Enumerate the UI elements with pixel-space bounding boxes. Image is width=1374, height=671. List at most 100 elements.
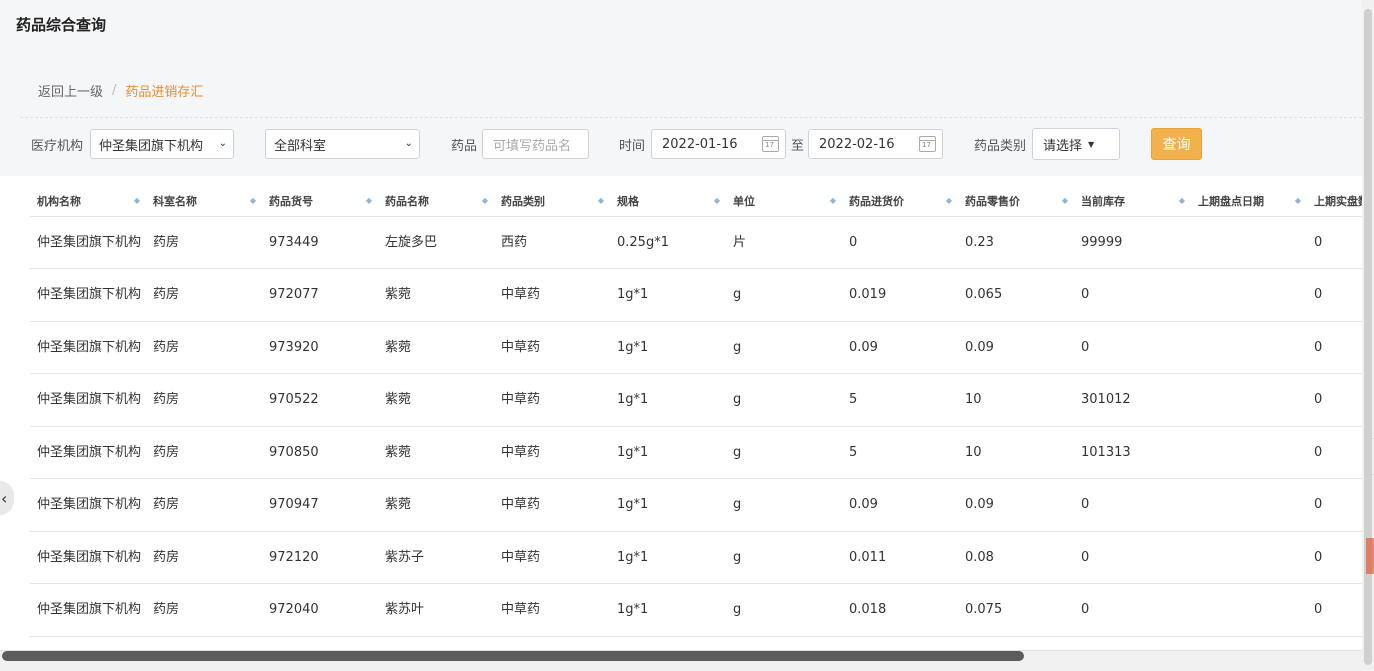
table-row[interactable]: 仲圣集团旗下机构 药房 972077 紫菀 中草药 1g*1 g 0.019 0.065 0 0 [30, 268, 1362, 322]
date-to-input[interactable]: 2022-02-16 17 [808, 129, 943, 159]
calendar-icon[interactable]: 17 [919, 136, 936, 152]
table-cell: 紫菀 [378, 478, 494, 532]
table-cell: 970522 [262, 373, 378, 427]
table-cell: 片 [726, 216, 842, 269]
table-cell: 0 [1074, 583, 1191, 637]
table-row[interactable]: 仲圣集团旗下机构 药房 972120 紫苏子 中草药 1g*1 g 0.011 0.08 0 0 [30, 531, 1362, 584]
table-cell: 0.065 [958, 268, 1074, 322]
category-label: 药品类别 [974, 139, 1027, 154]
sort-icon[interactable]: ◆ [1295, 196, 1301, 205]
time-label: 时间 [619, 139, 646, 154]
table-cell: 0.019 [842, 268, 958, 322]
column-header[interactable]: 科室名称 ◆ [146, 186, 262, 217]
table-cell [1191, 373, 1307, 427]
table-cell [262, 636, 378, 650]
column-header[interactable]: 药品进货价 ◆ [842, 186, 958, 217]
column-header[interactable]: 单位 ◆ [726, 186, 842, 217]
sort-icon[interactable]: ◆ [714, 196, 720, 205]
sort-icon[interactable]: ◆ [830, 196, 836, 205]
table-cell [378, 636, 494, 650]
table-cell [726, 636, 842, 650]
column-header-label: 药品进货价 [849, 194, 904, 208]
table-cell: 972077 [262, 268, 378, 322]
table-cell: 1g*1 [610, 478, 726, 532]
table-cell: 0.23 [958, 216, 1074, 269]
table-cell: 仲圣集团旗下机构 [30, 583, 146, 637]
date-from-input[interactable]: 2022-01-16 17 [651, 129, 786, 159]
org-label: 医疗机构 [31, 139, 84, 154]
column-header[interactable]: 药品类别 ◆ [494, 186, 610, 217]
horizontal-scrollbar-thumb[interactable] [2, 651, 1024, 661]
column-header-label: 单位 [733, 194, 755, 208]
calendar-icon[interactable]: 17 [762, 136, 779, 152]
table-cell: 0.09 [958, 478, 1074, 532]
table-cell: 药房 [146, 373, 262, 427]
sort-icon[interactable]: ◆ [1062, 196, 1068, 205]
column-header-label: 药品货号 [269, 194, 313, 208]
table-cell: 5 [842, 373, 958, 427]
column-header-label: 药品零售价 [965, 194, 1020, 208]
table-cell: 药房 [146, 216, 262, 269]
table-cell: 药房 [146, 426, 262, 479]
page-header: 药品综合查询 [0, 0, 1362, 60]
sort-icon[interactable]: ◆ [1179, 196, 1185, 205]
column-header[interactable]: 药品货号 ◆ [262, 186, 378, 217]
table-row[interactable]: 仲圣集团旗下机构 药房 972040 紫苏叶 中草药 1g*1 g 0.018 0.075 0 0 [30, 583, 1362, 637]
sort-icon[interactable]: ◆ [946, 196, 952, 205]
table-cell: 970850 [262, 426, 378, 479]
table-row[interactable]: 仲圣集团旗下机构 药房 970850 紫菀 中草药 1g*1 g 5 10 101313 0 [30, 426, 1362, 479]
table-cell: 中草药 [494, 583, 610, 637]
table-cell: 0 [1307, 426, 1362, 479]
chevron-down-icon: ⌄ [218, 138, 227, 149]
sort-icon[interactable]: ◆ [134, 196, 140, 205]
table-row[interactable]: 仲圣集团旗下机构 [30, 636, 1362, 650]
table-cell: 仲圣集团旗下机构 [30, 216, 146, 269]
table-row[interactable]: 仲圣集团旗下机构 药房 973449 左旋多巴 西药 0.25g*1 片 0 0.23 99999… [30, 216, 1362, 269]
date-from-value: 2022-01-16 [662, 136, 738, 152]
table-cell [1191, 426, 1307, 479]
column-header[interactable]: 药品零售价 ◆ [958, 186, 1074, 217]
table-cell: 中草药 [494, 531, 610, 584]
table-cell: 西药 [494, 216, 610, 269]
drug-name-input[interactable]: 可填写药品名 [482, 129, 589, 159]
table-cell: 1g*1 [610, 426, 726, 479]
table-cell: 0.09 [958, 321, 1074, 374]
column-header[interactable]: 当前库存 ◆ [1074, 186, 1191, 217]
table-cell: g [726, 583, 842, 637]
table-cell: 972120 [262, 531, 378, 584]
sort-icon[interactable]: ◆ [482, 196, 488, 205]
chevron-down-icon: ⌄ [404, 138, 413, 149]
column-header[interactable]: 药品名称 ◆ [378, 186, 494, 217]
column-header[interactable]: 上期盘点日期 ◆ [1191, 186, 1307, 217]
table-cell [1191, 583, 1307, 637]
table-cell: 0 [1307, 268, 1362, 322]
table-cell [610, 636, 726, 650]
table-cell: g [726, 373, 842, 427]
sort-icon[interactable]: ◆ [250, 196, 256, 205]
table-row[interactable]: 仲圣集团旗下机构 药房 973920 紫菀 中草药 1g*1 g 0.09 0.09 0 0 [30, 321, 1362, 374]
date-to-value: 2022-02-16 [819, 136, 895, 152]
dept-select[interactable]: 全部科室 ⌄ [265, 129, 420, 159]
sort-icon[interactable]: ◆ [598, 196, 604, 205]
column-header[interactable]: 上期实盘数 [1307, 186, 1362, 217]
sort-icon[interactable]: ◆ [366, 196, 372, 205]
table-cell [1191, 636, 1307, 650]
column-header[interactable]: 规格 ◆ [610, 186, 726, 217]
category-dropdown[interactable]: 请选择 ▼ [1032, 128, 1120, 160]
table-cell: 仲圣集团旗下机构 [30, 321, 146, 374]
table-row[interactable]: 仲圣集团旗下机构 药房 970522 紫菀 中草药 1g*1 g 5 10 301012 0 [30, 373, 1362, 427]
query-button[interactable]: 查询 [1151, 128, 1202, 160]
table-cell: 仲圣集团旗下机构 [30, 426, 146, 479]
table-header-row: 机构名称 ◆ 科室名称 ◆ 药品货号 ◆ 药品名称 ◆ 药品类别 ◆ 规格 ◆ 单位 ◆ 药品进货价 ◆ 药品零… [30, 186, 1362, 217]
column-header-label: 药品名称 [385, 194, 429, 208]
table-cell: 1g*1 [610, 321, 726, 374]
column-header[interactable]: 机构名称 ◆ [30, 186, 146, 217]
breadcrumb-back-link[interactable]: 返回上一级 [38, 81, 103, 100]
table-cell: 紫苏叶 [378, 583, 494, 637]
table-cell: 0.018 [842, 583, 958, 637]
table-row[interactable]: 仲圣集团旗下机构 药房 970947 紫菀 中草药 1g*1 g 0.09 0.09 0 0 [30, 478, 1362, 532]
table-cell: 紫菀 [378, 426, 494, 479]
chevron-left-icon[interactable]: ‹ [0, 481, 14, 515]
table-cell: 970947 [262, 478, 378, 532]
org-select[interactable]: 仲圣集团旗下机构 ⌄ [90, 129, 234, 159]
